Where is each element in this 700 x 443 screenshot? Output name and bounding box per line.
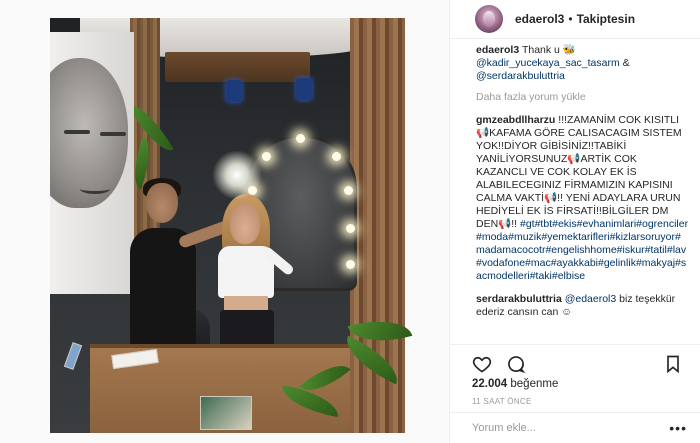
hairdresser-head <box>146 183 178 223</box>
comment-username[interactable]: serdarakbuluttria <box>476 293 562 305</box>
ceiling-spotlight <box>296 78 312 100</box>
likes-count[interactable]: 22.004 beğenme <box>472 378 558 390</box>
bee-emoji: 🐝 <box>562 44 576 56</box>
mirror-bulb <box>346 224 355 233</box>
bookmark-icon[interactable] <box>663 354 683 374</box>
load-more-comments[interactable]: Daha fazla yorum yükle <box>476 91 689 104</box>
caption-username[interactable]: edaerol3 <box>476 44 519 56</box>
header-username[interactable]: edaerol3 <box>515 12 564 26</box>
comment-text: !!!ZAMANİM COK KISITLI 📢KAFAMA GÖRE CALI… <box>476 114 682 230</box>
poster-eye <box>100 132 126 136</box>
mirror-bulb <box>332 152 341 161</box>
post-timestamp[interactable]: 11 SAAT ÖNCE <box>472 397 532 406</box>
comment-icon[interactable] <box>506 354 526 374</box>
ceiling-spotlight <box>226 80 242 102</box>
caption-text: Thank u <box>521 44 560 56</box>
separator-dot: • <box>568 12 573 26</box>
action-bar <box>450 344 700 374</box>
salon-scene <box>50 18 413 433</box>
mirror-bulb <box>346 260 355 269</box>
poster-eye <box>64 130 90 134</box>
comments-list[interactable]: edaerol3 Thank u 🐝 @kadir_yucekaya_sac_t… <box>450 40 700 344</box>
likes-label: beğenme <box>510 378 559 390</box>
mirror-bulb <box>296 134 305 143</box>
post-header: edaerol3 • Takiptesin <box>450 0 700 39</box>
woman-head <box>230 204 260 244</box>
likes-number: 22.004 <box>472 378 508 390</box>
caption: edaerol3 Thank u 🐝 @kadir_yucekaya_sac_t… <box>476 44 689 83</box>
comment: gmzeabdllharzu !!!ZAMANİM COK KISITLI 📢K… <box>476 114 689 283</box>
caption-amp: & <box>622 57 630 69</box>
avatar[interactable] <box>475 5 503 33</box>
post-sidebar: edaerol3 • Takiptesin edaerol3 Thank u 🐝… <box>449 0 700 443</box>
follow-status[interactable]: Takiptesin <box>577 12 635 26</box>
mirror-bulb <box>344 186 353 195</box>
mirror-bulb <box>262 152 271 161</box>
camera-flash <box>212 150 262 200</box>
caption-mention[interactable]: @serdarakbuluttria <box>476 70 565 82</box>
ceiling-beam <box>165 52 310 82</box>
flyer <box>200 396 252 430</box>
more-options-icon[interactable]: ••• <box>669 420 687 436</box>
poster-mouth <box>80 184 110 194</box>
face-poster <box>50 32 134 294</box>
post-photo[interactable] <box>0 0 449 443</box>
heart-icon[interactable] <box>472 354 492 374</box>
comment-mention[interactable]: @edaerol3 <box>565 293 617 305</box>
caption-mention[interactable]: @kadir_yucekaya_sac_tasarm <box>476 57 620 69</box>
comment-input[interactable] <box>472 422 662 434</box>
comment: serdarakbuluttria @edaerol3 biz teşekkür… <box>476 293 689 319</box>
comment-username[interactable]: gmzeabdllharzu <box>476 114 555 126</box>
add-comment-bar: ••• <box>450 412 700 443</box>
